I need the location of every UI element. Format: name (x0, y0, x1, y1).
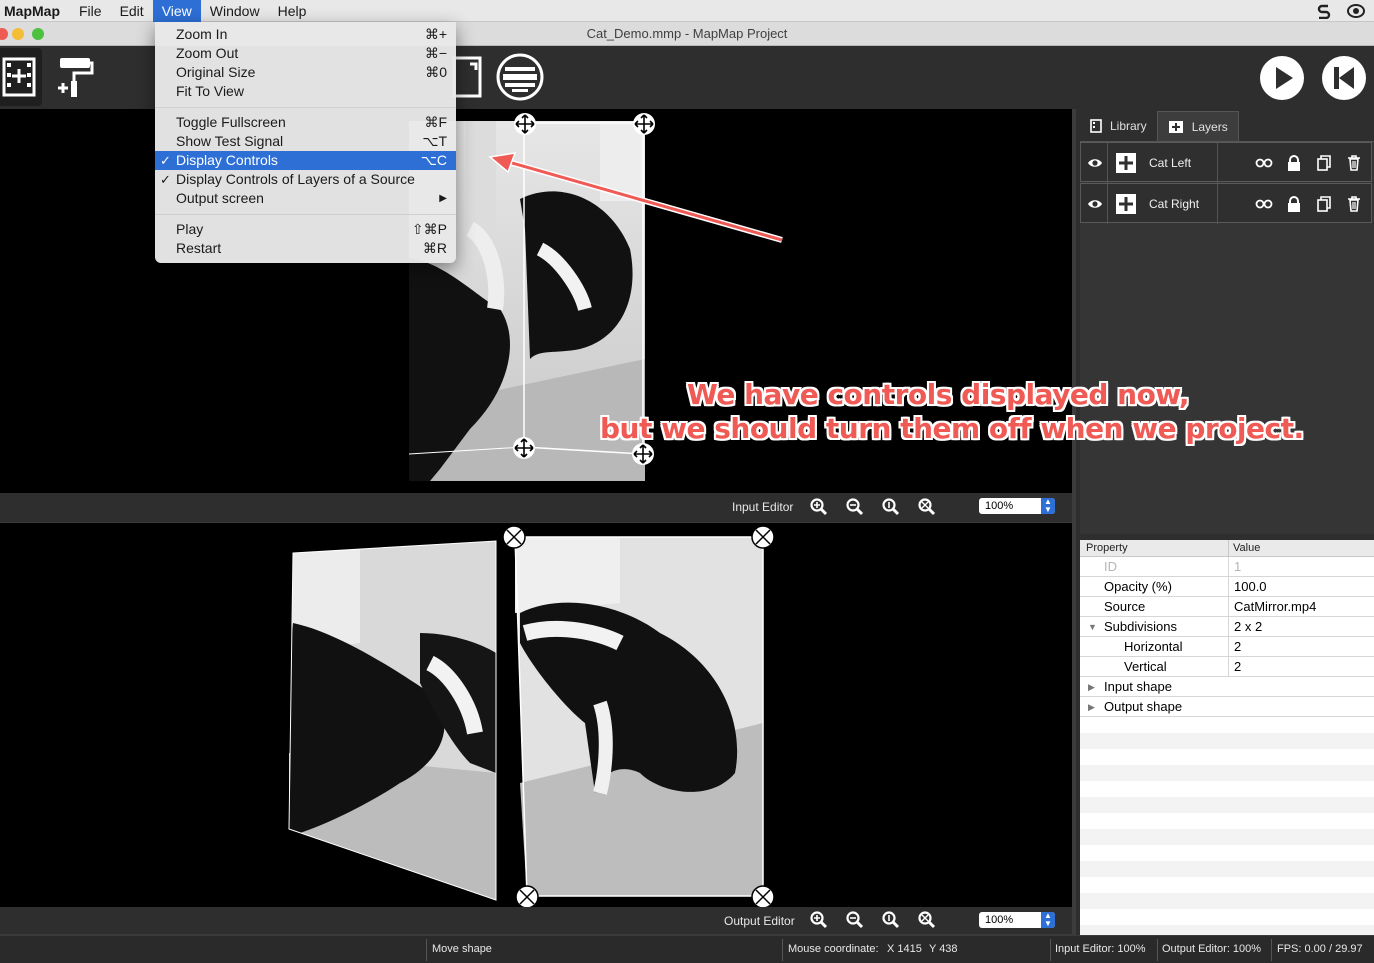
annotation-line-2: but we should turn them off when we proj… (600, 412, 1304, 445)
annotation-arrow (488, 152, 783, 243)
mapmap-app: { "menubar": { "app_name": "MapMap", "it… (0, 0, 1374, 963)
annotation-line-1: We have controls displayed now, (687, 378, 1190, 411)
